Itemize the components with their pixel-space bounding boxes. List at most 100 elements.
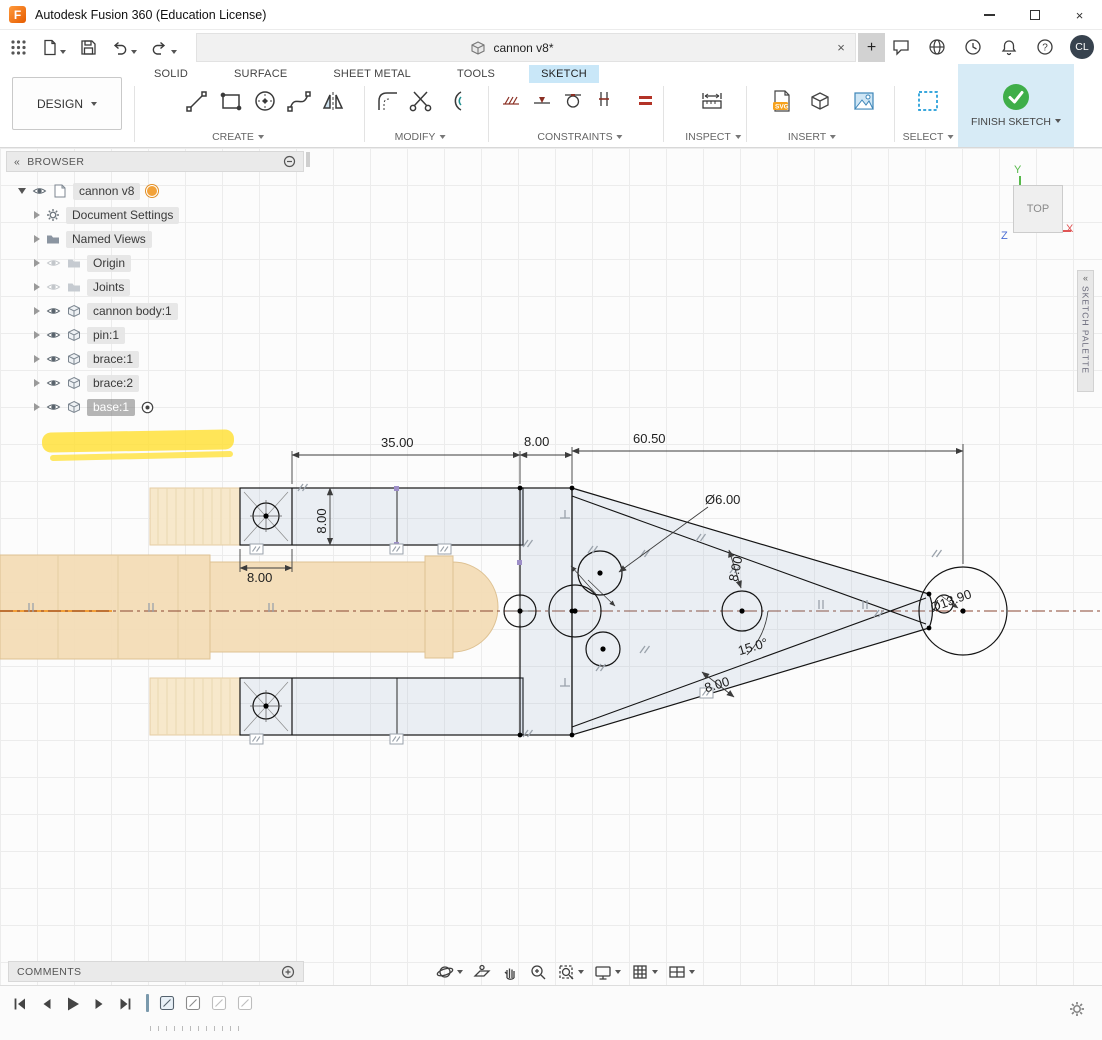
model-canvas[interactable]: 35.00 8.00 60.50 8.00 8.00 Ø6.00 8.00 15… — [0, 148, 1102, 986]
tab-tools[interactable]: TOOLS — [445, 65, 507, 83]
save-icon[interactable] — [77, 36, 99, 59]
add-comment-icon[interactable] — [281, 965, 295, 979]
document-tab[interactable]: cannon v8* — [197, 34, 827, 61]
tab-sketch[interactable]: SKETCH — [529, 65, 599, 83]
line-tool-icon[interactable] — [184, 88, 210, 119]
minimize-button[interactable] — [967, 0, 1012, 30]
group-insert[interactable]: INSERT — [788, 131, 836, 143]
new-design-icon[interactable] — [38, 36, 68, 59]
expand-arrow-icon[interactable] — [18, 188, 26, 194]
step-forward-icon[interactable] — [92, 996, 106, 1012]
select-tool-icon[interactable] — [915, 88, 941, 119]
update-badge-icon[interactable] — [146, 185, 158, 197]
go-to-beginning-icon[interactable] — [12, 996, 28, 1012]
trim-tool-icon[interactable] — [408, 88, 434, 119]
tree-label[interactable]: brace:2 — [87, 375, 139, 392]
fillet-tool-icon[interactable] — [375, 88, 401, 119]
display-settings-icon[interactable] — [591, 960, 624, 984]
zoom-icon[interactable] — [526, 960, 550, 984]
tree-row-joints[interactable]: Joints — [18, 275, 179, 299]
tree-label[interactable]: cannon body:1 — [87, 303, 178, 320]
finish-sketch-button[interactable]: FINISH SKETCH — [958, 64, 1074, 147]
tree-row-named-views[interactable]: Named Views — [18, 227, 179, 251]
app-grid-icon[interactable] — [8, 37, 29, 58]
browser-header[interactable]: « BROWSER — [6, 151, 304, 172]
midpoint-constraint-icon[interactable] — [531, 88, 553, 115]
view-cube-face-label[interactable]: TOP — [1027, 203, 1049, 215]
mirror-tool-icon[interactable] — [320, 88, 346, 119]
tree-row-brace-2[interactable]: brace:2 — [18, 371, 179, 395]
profile-avatar[interactable]: CL — [1070, 35, 1094, 59]
spline-tool-icon[interactable] — [286, 88, 312, 119]
expand-arrow-icon[interactable] — [34, 355, 40, 363]
fix-constraint-icon[interactable] — [500, 88, 522, 115]
visibility-eye-icon[interactable] — [46, 258, 61, 268]
group-inspect[interactable]: INSPECT — [685, 131, 741, 143]
job-status-icon[interactable] — [962, 36, 984, 58]
tree-label[interactable]: pin:1 — [87, 327, 125, 344]
tree-row-cannon-body[interactable]: cannon body:1 — [18, 299, 179, 323]
tree-label[interactable]: base:1 — [87, 399, 135, 416]
expand-panel-icon[interactable]: « — [1083, 274, 1088, 283]
visibility-eye-icon[interactable] — [46, 402, 61, 412]
grid-display-icon[interactable] — [628, 960, 661, 984]
tree-row-root[interactable]: cannon v8 — [18, 179, 179, 203]
offset-tool-icon[interactable] — [442, 88, 468, 119]
tangent-constraint-icon[interactable] — [562, 88, 584, 115]
tab-sheet-metal[interactable]: SHEET METAL — [321, 65, 423, 83]
extensions-icon[interactable] — [926, 36, 948, 58]
tree-label[interactable]: cannon v8 — [73, 183, 140, 200]
rectangle-tool-icon[interactable] — [218, 88, 244, 119]
tree-row-origin[interactable]: Origin — [18, 251, 179, 275]
pan-icon[interactable] — [498, 960, 522, 984]
play-icon[interactable] — [64, 995, 81, 1013]
visibility-eye-icon[interactable] — [32, 186, 47, 196]
tab-surface[interactable]: SURFACE — [222, 65, 299, 83]
circle-tool-icon[interactable] — [252, 88, 278, 119]
tree-label[interactable]: Origin — [87, 255, 131, 272]
timeline-sketch-feature[interactable] — [159, 995, 175, 1011]
timeline-sketch-feature[interactable] — [185, 995, 201, 1011]
timeline-position-marker[interactable] — [146, 994, 149, 1012]
step-back-icon[interactable] — [39, 996, 53, 1012]
viewports-icon[interactable] — [665, 960, 698, 984]
insert-svg-icon[interactable]: SVG — [769, 88, 795, 119]
visibility-eye-icon[interactable] — [46, 378, 61, 388]
symmetry-constraint-icon[interactable] — [593, 88, 615, 115]
tree-label[interactable]: Document Settings — [66, 207, 179, 224]
tree-label[interactable]: Named Views — [66, 231, 152, 248]
visibility-eye-icon[interactable] — [46, 282, 61, 292]
group-create[interactable]: CREATE — [212, 131, 264, 143]
collapse-panel-icon[interactable]: « — [14, 156, 20, 168]
measure-tool-icon[interactable] — [699, 88, 725, 119]
orbit-icon[interactable] — [433, 960, 466, 984]
visibility-eye-icon[interactable] — [46, 306, 61, 316]
sketch-palette-tab[interactable]: « SKETCH PALETTE — [1077, 270, 1094, 392]
activate-component-radio-icon[interactable] — [141, 401, 154, 414]
visibility-eye-icon[interactable] — [46, 330, 61, 340]
redo-icon[interactable] — [148, 36, 179, 59]
minimize-panel-icon[interactable] — [283, 155, 296, 168]
tree-row-pin[interactable]: pin:1 — [18, 323, 179, 347]
expand-arrow-icon[interactable] — [34, 211, 40, 219]
undo-icon[interactable] — [108, 36, 139, 59]
canvas-tool-icon[interactable] — [851, 88, 877, 119]
expand-arrow-icon[interactable] — [34, 379, 40, 387]
comments-icon[interactable] — [890, 36, 912, 58]
equal-constraint-icon[interactable] — [634, 88, 656, 115]
timeline-sketch-feature[interactable] — [237, 995, 253, 1011]
expand-arrow-icon[interactable] — [34, 259, 40, 267]
visibility-eye-icon[interactable] — [46, 354, 61, 364]
new-tab-button[interactable]: + — [858, 33, 885, 62]
workspace-selector[interactable]: DESIGN — [12, 77, 122, 130]
notifications-icon[interactable] — [998, 36, 1020, 58]
maximize-button[interactable] — [1012, 0, 1057, 30]
timeline-settings-gear-icon[interactable] — [1068, 1000, 1086, 1018]
insert-mesh-icon[interactable] — [807, 88, 833, 119]
document-tab-close-icon[interactable]: × — [827, 40, 855, 55]
timeline-sketch-feature[interactable] — [211, 995, 227, 1011]
timeline-ticks[interactable] — [150, 1026, 239, 1031]
tab-solid[interactable]: SOLID — [142, 65, 200, 83]
group-constraints[interactable]: CONSTRAINTS — [537, 131, 622, 143]
fit-icon[interactable] — [554, 960, 587, 984]
